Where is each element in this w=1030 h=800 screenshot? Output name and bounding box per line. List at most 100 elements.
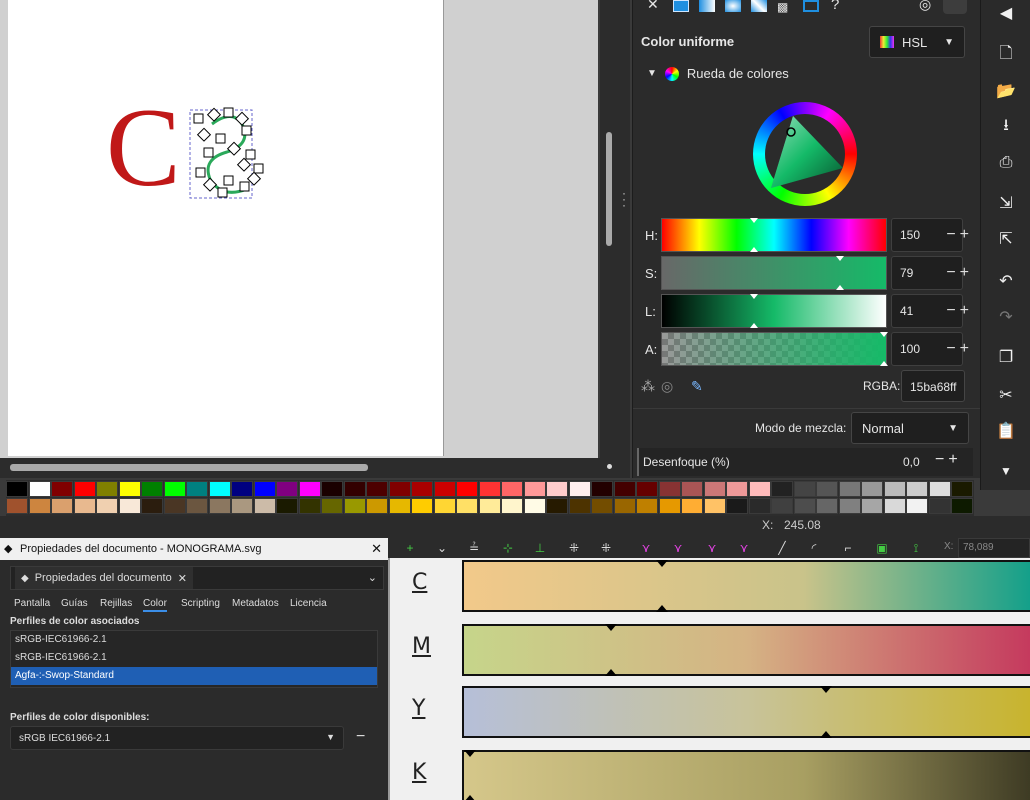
tab-metadatos[interactable]: Metadatos — [232, 598, 279, 609]
chevron-down-icon[interactable]: ⌄ — [368, 571, 377, 584]
palette-swatch[interactable] — [28, 498, 51, 514]
palette-swatch[interactable] — [883, 498, 906, 514]
linear-gradient-icon[interactable] — [699, 0, 715, 12]
palette-swatch[interactable] — [816, 481, 838, 497]
alpha-slider[interactable] — [661, 332, 888, 366]
tab-scripting[interactable]: Scripting — [181, 598, 220, 609]
palette-swatch[interactable] — [163, 498, 186, 514]
tab-licencia[interactable]: Licencia — [290, 598, 327, 609]
tab-guias[interactable]: Guías — [61, 598, 88, 609]
palette-swatch[interactable] — [658, 498, 681, 514]
palette-swatch[interactable] — [298, 481, 321, 497]
wheel-expander[interactable]: ▼ Rueda de colores — [647, 66, 789, 81]
dialog-tab[interactable]: ◆ Propiedades del documento ✕ — [15, 567, 193, 589]
show-handles-icon[interactable]: ⟟ — [908, 540, 924, 556]
pattern-icon[interactable]: ▩ — [777, 0, 788, 14]
palette-swatch[interactable] — [163, 481, 186, 497]
print-icon[interactable]: ⎙ — [995, 152, 1017, 174]
node-join-segment-icon[interactable]: ⊥ — [532, 540, 548, 556]
palette-swatch[interactable] — [141, 481, 163, 497]
palette-swatch[interactable] — [51, 481, 73, 497]
fill-rule-evenodd-icon[interactable]: ◎ — [919, 0, 931, 13]
palette-swatch[interactable] — [231, 498, 253, 514]
swatch-icon[interactable] — [803, 0, 819, 12]
more-commands-icon[interactable]: ▼ — [995, 460, 1017, 482]
palette-swatch[interactable] — [636, 481, 658, 497]
palette-swatch[interactable] — [793, 498, 816, 514]
node-x-input[interactable]: 78,089 — [958, 538, 1030, 558]
palette-swatch[interactable] — [118, 498, 141, 514]
node-delete-icon[interactable]: ⌄ — [434, 540, 450, 556]
palette-swatch[interactable] — [568, 481, 591, 497]
vertical-scrollbar[interactable]: · · · — [600, 0, 630, 458]
redo-icon[interactable]: ↷ — [995, 306, 1017, 328]
radial-gradient-icon[interactable] — [725, 0, 741, 12]
palette-swatch[interactable] — [366, 481, 388, 497]
palette-swatch[interactable] — [276, 481, 298, 497]
window-titlebar[interactable]: ◆ Propiedades del documento - MONOGRAMA.… — [0, 538, 388, 560]
palette-swatch[interactable] — [388, 498, 411, 514]
node-smooth-icon[interactable]: ⋎ — [638, 540, 654, 556]
palette-swatch[interactable] — [118, 481, 141, 497]
list-item[interactable]: sRGB-IEC61966-2.1 — [11, 631, 377, 649]
cmyk-m-slider[interactable] — [462, 624, 1030, 676]
fill-rule-nonzero-icon[interactable] — [943, 0, 967, 14]
node-auto-icon[interactable]: ⋎ — [704, 540, 720, 556]
available-profiles-select[interactable]: sRGB IEC61966-2.1 ▼ — [10, 726, 344, 750]
palette-swatch[interactable] — [906, 498, 928, 514]
copy-icon[interactable]: ❐ — [995, 346, 1017, 368]
palette-swatch[interactable] — [321, 498, 343, 514]
cmyk-c-slider[interactable] — [462, 560, 1030, 612]
palette-swatch[interactable] — [951, 481, 973, 497]
palette-swatch[interactable] — [478, 498, 501, 514]
palette-swatch[interactable] — [51, 498, 73, 514]
unset-paint-icon[interactable]: ? — [831, 0, 839, 13]
document-page[interactable]: C — [8, 0, 444, 456]
palette-swatch[interactable] — [321, 481, 343, 497]
palette-swatch[interactable] — [208, 498, 231, 514]
palette-swatch[interactable] — [636, 498, 658, 514]
palette-swatch[interactable] — [591, 481, 613, 497]
color-mode-select[interactable]: HSL ▼ — [869, 26, 965, 58]
node-symmetric-icon[interactable]: ⋎ — [670, 540, 686, 556]
palette-swatch[interactable] — [208, 481, 231, 497]
palette-swatch[interactable] — [73, 498, 96, 514]
saturation-stepper[interactable]: −+ — [946, 264, 973, 282]
palette-swatch[interactable] — [478, 481, 501, 497]
cmyk-k-slider[interactable] — [462, 750, 1030, 800]
list-item[interactable]: sRGB-IEC61966-2.1 — [11, 649, 377, 667]
palette-swatch[interactable] — [816, 498, 838, 514]
palette-swatch[interactable] — [523, 498, 546, 514]
palette-swatch[interactable] — [568, 498, 591, 514]
color-managed-icon[interactable]: ⁂ — [641, 378, 655, 395]
palette-swatch[interactable] — [501, 481, 523, 497]
palette-swatch[interactable] — [726, 481, 748, 497]
segment-curve-icon[interactable]: ◜ — [806, 540, 822, 556]
palette-swatch[interactable] — [96, 498, 118, 514]
lightness-stepper[interactable]: −+ — [946, 302, 973, 320]
cmyk-y-slider[interactable] — [462, 686, 1030, 738]
palette-swatch[interactable] — [928, 498, 951, 514]
palette-swatch[interactable] — [433, 481, 456, 497]
palette-swatch[interactable] — [613, 498, 636, 514]
blend-mode-select[interactable]: Normal ▼ — [851, 412, 969, 444]
cut-icon[interactable]: ✂ — [995, 384, 1017, 406]
palette-swatch[interactable] — [928, 481, 951, 497]
palette-swatch[interactable] — [546, 481, 568, 497]
close-icon[interactable]: ✕ — [371, 541, 382, 557]
palette-swatch[interactable] — [838, 498, 861, 514]
collapse-left-icon[interactable]: ◀ — [995, 2, 1017, 24]
panel-grip-icon[interactable]: · · · — [622, 187, 626, 211]
list-item-selected[interactable]: Agfa-:-Swop-Standard — [11, 667, 377, 685]
palette-swatch[interactable] — [343, 498, 366, 514]
segment-line-icon[interactable]: ╱ — [774, 540, 790, 556]
horizontal-scrollbar[interactable] — [0, 458, 630, 478]
palette-swatch[interactable] — [793, 481, 816, 497]
palette-swatch[interactable] — [613, 481, 636, 497]
undo-icon[interactable]: ↶ — [995, 270, 1017, 292]
palette-swatch[interactable] — [456, 481, 478, 497]
mesh-gradient-icon[interactable] — [751, 0, 767, 12]
node-delete-segment-icon[interactable]: ⁜ — [566, 540, 582, 556]
tab-pantalla[interactable]: Pantalla — [14, 598, 50, 609]
palette-swatch[interactable] — [186, 481, 208, 497]
